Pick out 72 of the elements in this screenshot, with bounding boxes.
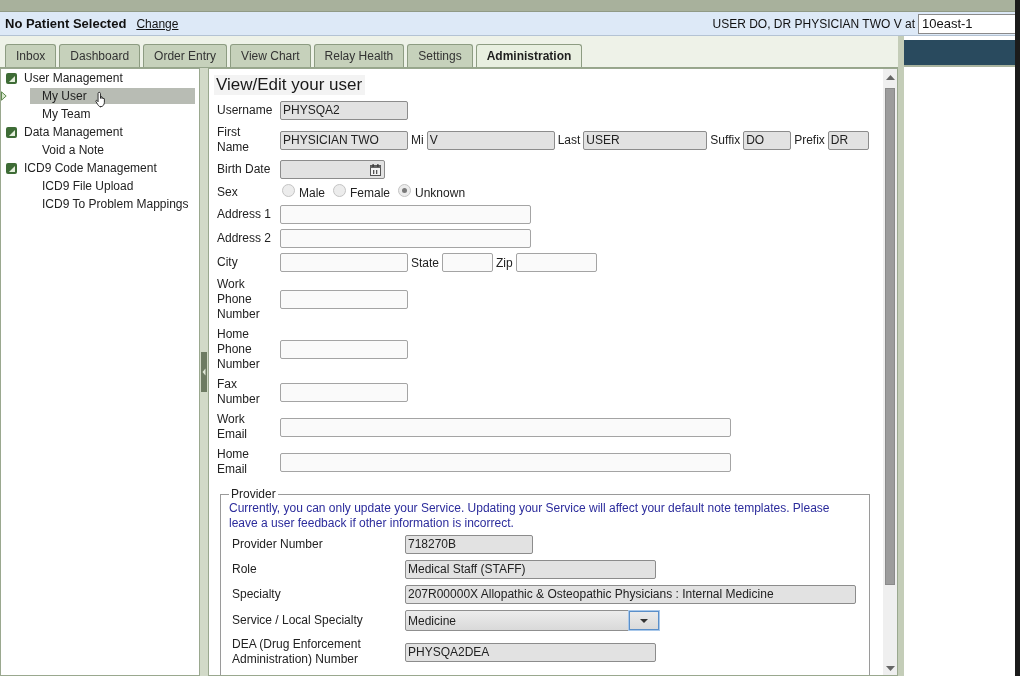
scroll-up-icon[interactable] [885, 75, 895, 80]
radio-label: Unknown [415, 186, 466, 200]
radio-label: Male [299, 186, 325, 200]
field-label: Work Phone Number [217, 277, 261, 322]
text-field[interactable] [280, 253, 408, 272]
tree-toggle-icon[interactable] [6, 126, 17, 138]
field-label: Service / Local Specialty [232, 613, 364, 628]
tab[interactable]: Inbox [5, 44, 57, 67]
form-title: View/Edit your user [214, 75, 366, 95]
field-label: Home Phone Number [217, 327, 261, 372]
panel-splitter[interactable] [200, 68, 208, 676]
field-label: Zip [496, 255, 513, 270]
caret-icon [640, 618, 648, 623]
text-field[interactable] [280, 417, 731, 437]
text-field[interactable] [280, 205, 531, 224]
tree-node[interactable]: Data Management [1, 123, 199, 141]
field-label: Sex [217, 184, 239, 200]
tree-item[interactable]: My User [30, 88, 195, 104]
text-field[interactable] [515, 253, 597, 272]
tab[interactable]: Dashboard [59, 44, 141, 67]
field-label: Last [557, 133, 581, 147]
location-field[interactable]: 10east-1 [918, 13, 1015, 34]
field-label: DEA (Drug Enforcement Administration) Number [232, 637, 362, 667]
field-label: City [217, 255, 239, 270]
scroll-down-icon[interactable] [885, 666, 895, 671]
text-field[interactable] [442, 253, 494, 272]
change-link[interactable]: Change [136, 16, 179, 31]
field-label: Username [217, 103, 274, 118]
field-label: Address 2 [217, 231, 273, 246]
field-label: Role [232, 562, 258, 577]
field-label: State [411, 255, 440, 270]
field-label: Fax Number [217, 377, 261, 407]
tree-item[interactable]: My Team [30, 106, 195, 122]
patient-status: No Patient Selected [5, 16, 127, 31]
field-label: Address 1 [217, 207, 273, 222]
selection-marker-icon [1, 91, 7, 101]
field-label: Mi [411, 133, 424, 147]
hand-cursor-icon [95, 91, 108, 108]
tab[interactable]: Settings [407, 44, 473, 67]
collapse-handle-icon[interactable] [201, 352, 207, 392]
field-label: Suffix [710, 133, 741, 147]
field-label: Prefix [794, 133, 825, 147]
tree-node[interactable]: User Management [1, 69, 199, 87]
scrollbar-thumb[interactable] [885, 88, 895, 585]
tree-toggle-icon[interactable] [6, 72, 17, 84]
tree-item[interactable]: ICD9 To Problem Mappings [30, 196, 195, 212]
field-label: Birth Date [217, 162, 272, 177]
field-label: Work Email [217, 412, 248, 442]
tab[interactable]: View Chart [230, 44, 311, 67]
tree-item[interactable]: ICD9 File Upload [30, 178, 195, 194]
field-label: First Name [217, 125, 250, 155]
text-field[interactable] [280, 229, 531, 248]
text-field[interactable] [280, 452, 731, 472]
tab[interactable]: Relay Health [313, 44, 405, 67]
field-label: Provider Number [232, 537, 324, 552]
select-field[interactable]: Medicine [405, 610, 660, 631]
text-field[interactable] [280, 340, 408, 359]
fieldset-legend: Provider [229, 487, 278, 501]
text-field[interactable] [280, 290, 408, 309]
tab[interactable]: Order Entry [143, 44, 228, 67]
tree-node[interactable]: ICD9 Code Management [1, 159, 199, 177]
field-label: Home Email [217, 447, 250, 477]
tree-item[interactable]: Void a Note [30, 142, 195, 158]
field-label: Specialty [232, 587, 282, 602]
radio-label: Female [350, 186, 391, 200]
text-field[interactable] [280, 382, 408, 402]
dropdown-button[interactable] [629, 611, 659, 630]
user-label: USER DO, DR PHYSICIAN TWO V at [712, 16, 915, 31]
tab[interactable]: Administration [475, 44, 583, 67]
tree-toggle-icon[interactable] [6, 162, 17, 174]
notice-text: Currently, you can only update your Service. Updating your Service will affect your default note templates. Please leave a user feedback if other information is incorrect. [229, 501, 831, 531]
scrollbar-track[interactable] [883, 69, 897, 675]
